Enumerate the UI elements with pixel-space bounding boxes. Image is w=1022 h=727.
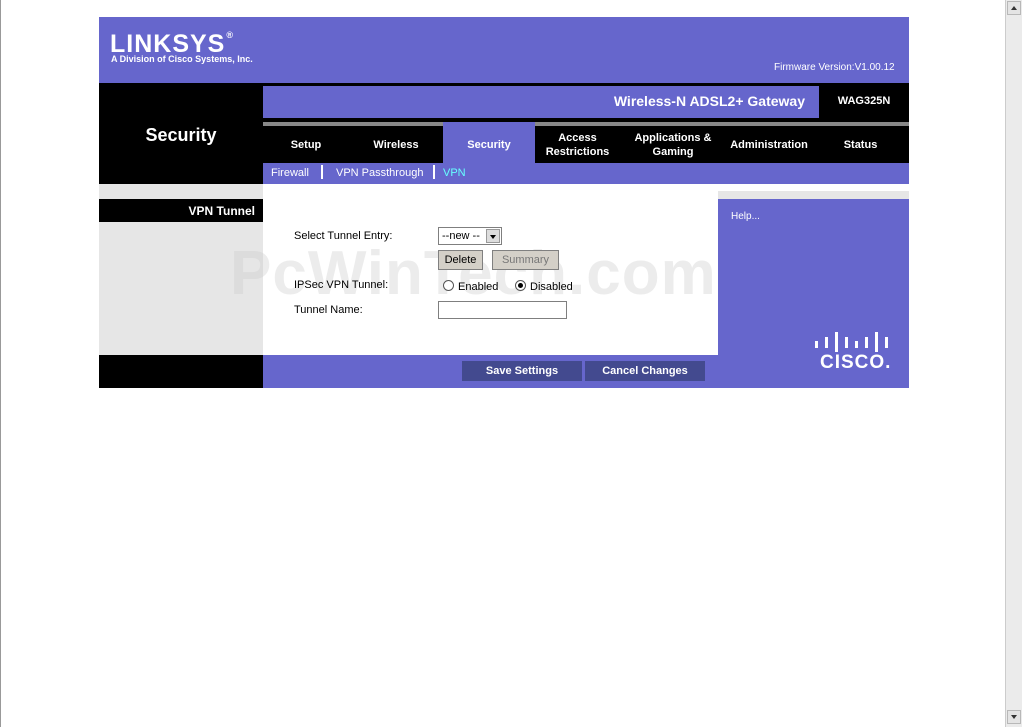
subtab-separator xyxy=(433,165,435,179)
subtab-separator xyxy=(321,165,323,179)
product-name: Wireless-N ADSL2+ Gateway xyxy=(613,93,805,109)
vpn-tunnel-label: VPN Tunnel xyxy=(188,204,255,218)
logo-subtitle: A Division of Cisco Systems, Inc. xyxy=(111,54,253,64)
save-settings-button[interactable]: Save Settings xyxy=(462,361,582,381)
chevron-down-icon[interactable] xyxy=(486,229,500,243)
summary-button[interactable]: Summary xyxy=(492,250,559,270)
delete-button[interactable]: Delete xyxy=(438,250,483,270)
section-title: Security xyxy=(145,125,217,145)
cisco-bars-icon xyxy=(815,332,888,352)
subtab-vpn-passthrough[interactable]: VPN Passthrough xyxy=(336,167,423,179)
help-link[interactable]: Help... xyxy=(731,211,760,222)
enabled-label: Enabled xyxy=(458,281,499,293)
tab-applications-gaming[interactable]: Applications & Gaming xyxy=(620,122,726,163)
tunnel-name-input[interactable] xyxy=(438,301,567,319)
scroll-up-arrow-icon[interactable] xyxy=(1007,1,1021,15)
tunnel-entry-value: --new -- xyxy=(442,230,480,242)
ipsec-tunnel-label: IPSec VPN Tunnel: xyxy=(294,279,389,291)
model-name: WAG325N xyxy=(837,95,891,107)
tab-administration[interactable]: Administration xyxy=(726,122,812,163)
scroll-down-arrow-icon[interactable] xyxy=(1007,710,1021,724)
subtab-firewall[interactable]: Firewall xyxy=(271,167,309,179)
select-tunnel-label: Select Tunnel Entry: xyxy=(294,230,393,242)
tab-status[interactable]: Status xyxy=(812,122,909,163)
tunnel-name-label: Tunnel Name: xyxy=(294,304,363,316)
tab-security[interactable]: Security xyxy=(443,122,535,163)
vertical-scrollbar[interactable] xyxy=(1005,0,1022,727)
tab-wireless[interactable]: Wireless xyxy=(349,122,443,163)
footer-left xyxy=(99,355,263,388)
firmware-version: Firmware Version:V1.00.12 xyxy=(774,62,895,73)
cisco-logo: CISCO. xyxy=(820,352,892,373)
enabled-radio[interactable] xyxy=(443,280,454,291)
disabled-radio[interactable] xyxy=(515,280,526,291)
watermark: PcWinTech.com xyxy=(230,239,717,308)
tunnel-entry-select[interactable]: --new -- xyxy=(438,227,502,245)
cancel-changes-button[interactable]: Cancel Changes xyxy=(585,361,705,381)
tab-access-restrictions[interactable]: Access Restrictions xyxy=(535,122,620,163)
subtab-vpn[interactable]: VPN xyxy=(443,167,466,179)
disabled-label: Disabled xyxy=(530,281,573,293)
white-strip xyxy=(263,184,909,191)
tab-setup[interactable]: Setup xyxy=(263,122,349,163)
